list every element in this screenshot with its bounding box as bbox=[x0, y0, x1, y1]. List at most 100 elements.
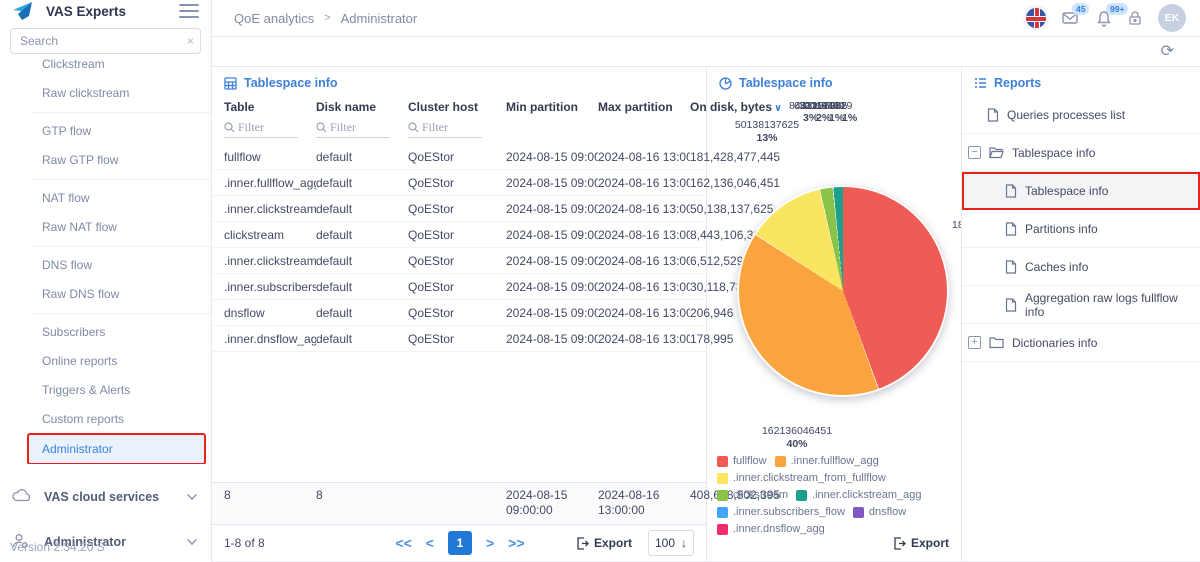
tree-item-tablespace-info[interactable]: Tablespace info bbox=[962, 172, 1200, 210]
pie-chart-icon bbox=[719, 77, 732, 90]
table-cell: 2024-08-16 13:00:00 bbox=[598, 332, 690, 346]
page-size-select[interactable]: 100 ↓ bbox=[648, 530, 694, 556]
table-cell: QoEStor bbox=[408, 306, 506, 320]
column-header-max-partition[interactable]: Max partition bbox=[598, 100, 690, 114]
next-page-button[interactable]: > bbox=[486, 535, 494, 551]
messages-button[interactable]: 45 bbox=[1062, 10, 1080, 26]
legend-item--inner-dnsflow-agg[interactable]: .inner.dnsflow_agg bbox=[717, 523, 825, 535]
avatar[interactable]: EK bbox=[1158, 4, 1186, 32]
legend-item--inner-clickstream-agg[interactable]: .inner.clickstream_agg bbox=[796, 489, 921, 501]
prev-page-button[interactable]: < bbox=[426, 535, 434, 551]
legend-swatch bbox=[717, 524, 728, 535]
table-row[interactable]: .inner.subscribers_flowdefaultQoEStor202… bbox=[212, 274, 706, 300]
pie-panel-title-text: Tablespace info bbox=[739, 76, 833, 90]
column-header-cluster-host[interactable]: Cluster host bbox=[408, 100, 506, 114]
table-row[interactable]: .inner.fullflow_aggdefaultQoEStor2024-08… bbox=[212, 170, 706, 196]
table-cell: QoEStor bbox=[408, 332, 506, 346]
table-row[interactable]: dnsflowdefaultQoEStor2024-08-15 09:00:00… bbox=[212, 300, 706, 326]
sidebar-item-custom-reports[interactable]: Custom reports bbox=[0, 405, 211, 434]
list-icon bbox=[974, 77, 987, 89]
sidebar-item-clickstream[interactable]: Clickstream bbox=[0, 58, 211, 79]
refresh-icon[interactable]: ⟳ bbox=[1161, 44, 1174, 60]
first-page-button[interactable]: << bbox=[395, 535, 411, 551]
sidebar-item-nat-flow[interactable]: NAT flow bbox=[0, 184, 211, 213]
vas-experts-logo bbox=[12, 1, 38, 21]
table-cell: clickstream bbox=[224, 228, 316, 242]
legend-item--inner-clickstream-from-fullflow[interactable]: .inner.clickstream_from_fullflow bbox=[717, 472, 886, 484]
sidebar-item-subscribers[interactable]: Subscribers bbox=[0, 318, 211, 347]
tree-item-partitions-info[interactable]: Partitions info bbox=[962, 210, 1200, 248]
sidebar-item-online-reports[interactable]: Online reports bbox=[0, 347, 211, 376]
sidebar-item-raw-dns-flow[interactable]: Raw DNS flow bbox=[0, 280, 211, 309]
lock-icon[interactable] bbox=[1128, 10, 1142, 26]
sidebar-item-raw-nat-flow[interactable]: Raw NAT flow bbox=[0, 213, 211, 242]
hamburger-menu-icon[interactable] bbox=[179, 0, 199, 22]
breadcrumb-parent[interactable]: QoE analytics bbox=[234, 11, 314, 26]
pie-panel-title: Tablespace info bbox=[707, 67, 961, 96]
sidebar-item-raw-clickstream[interactable]: Raw clickstream bbox=[0, 79, 211, 108]
filter-input[interactable] bbox=[422, 120, 474, 135]
sidebar-item-gtp-flow[interactable]: GTP flow bbox=[0, 117, 211, 146]
table-row[interactable]: fullflowdefaultQoEStor2024-08-15 09:00:0… bbox=[212, 144, 706, 170]
legend-item--inner-fullflow-agg[interactable]: .inner.fullflow_agg bbox=[775, 455, 879, 467]
pie-export-button[interactable]: Export bbox=[893, 536, 949, 550]
last-page-button[interactable]: >> bbox=[508, 535, 524, 551]
column-header-table[interactable]: Table bbox=[224, 100, 316, 114]
table-panel-title: Tablespace info bbox=[212, 67, 706, 96]
column-filter bbox=[224, 116, 298, 138]
tree-item-aggregation-raw-logs-fullflow-info[interactable]: Aggregation raw logs fullflow info bbox=[962, 286, 1200, 324]
messages-badge: 45 bbox=[1072, 3, 1089, 15]
legend-item-dnsflow[interactable]: dnsflow bbox=[853, 506, 906, 518]
legend-item-fullflow[interactable]: fullflow bbox=[717, 455, 767, 467]
legend-swatch bbox=[717, 507, 728, 518]
tree-item-label: Tablespace info bbox=[1025, 184, 1108, 198]
table-row[interactable]: .inner.clickstream_from_fullflowdefaultQ… bbox=[212, 196, 706, 222]
table-cell: dnsflow bbox=[224, 306, 316, 320]
sidebar-item-dns-flow[interactable]: DNS flow bbox=[0, 251, 211, 280]
column-header-min-partition[interactable]: Min partition bbox=[506, 100, 598, 114]
table-cell: default bbox=[316, 280, 408, 294]
chevron-down-icon bbox=[187, 490, 197, 500]
sidebar-section-vas-cloud-services[interactable]: VAS cloud services bbox=[0, 474, 211, 519]
legend-item--inner-subscribers-flow[interactable]: .inner.subscribers_flow bbox=[717, 506, 845, 518]
filter-input[interactable] bbox=[330, 120, 382, 135]
collapse-icon[interactable]: − bbox=[968, 146, 981, 159]
file-icon bbox=[1005, 260, 1017, 274]
cloud-icon bbox=[12, 488, 30, 506]
search-clear-icon[interactable]: × bbox=[187, 34, 194, 48]
file-icon bbox=[987, 108, 999, 122]
sidebar-item-administrator[interactable]: Administrator bbox=[28, 434, 205, 464]
pie-export-label: Export bbox=[911, 536, 949, 550]
search-input[interactable] bbox=[10, 28, 201, 54]
reports-panel: Reports Queries processes list−Tablespac… bbox=[962, 67, 1200, 561]
legend-item-clickstream[interactable]: clickstream bbox=[717, 489, 788, 501]
expand-icon[interactable]: + bbox=[968, 336, 981, 349]
table-row[interactable]: .inner.dnsflow_aggdefaultQoEStor2024-08-… bbox=[212, 326, 706, 352]
tree-item-tablespace-info[interactable]: −Tablespace info bbox=[962, 134, 1200, 172]
notifications-button[interactable]: 99+ bbox=[1096, 10, 1112, 27]
panels-row: Tablespace info TableDisk nameCluster ho… bbox=[212, 66, 1200, 562]
legend-swatch bbox=[775, 456, 786, 467]
table-row[interactable]: clickstreamdefaultQoEStor2024-08-15 09:0… bbox=[212, 222, 706, 248]
table-export-button[interactable]: Export bbox=[576, 536, 632, 550]
column-header-disk-name[interactable]: Disk name bbox=[316, 100, 408, 114]
breadcrumb-current: Administrator bbox=[341, 11, 418, 26]
filter-cell bbox=[408, 116, 506, 138]
sidebar: VAS Experts × ClickstreamRaw clickstream… bbox=[0, 0, 212, 562]
table-panel-title-text: Tablespace info bbox=[244, 76, 338, 90]
pagination-range: 1-8 of 8 bbox=[224, 536, 344, 550]
tree-item-queries-processes-list[interactable]: Queries processes list bbox=[962, 96, 1200, 134]
tree-item-caches-info[interactable]: Caches info bbox=[962, 248, 1200, 286]
sidebar-item-triggers-alerts[interactable]: Triggers & Alerts bbox=[0, 376, 211, 405]
current-page-button[interactable]: 1 bbox=[448, 531, 472, 555]
table-cell: 2024-08-16 13:00:00 bbox=[598, 306, 690, 320]
tablespace-pie-chart[interactable] bbox=[737, 185, 949, 397]
table-row[interactable]: .inner.clickstream_aggdefaultQoEStor2024… bbox=[212, 248, 706, 274]
filter-input[interactable] bbox=[238, 120, 290, 135]
sidebar-item-raw-gtp-flow[interactable]: Raw GTP flow bbox=[0, 146, 211, 175]
tree-item-dictionaries-info[interactable]: +Dictionaries info bbox=[962, 324, 1200, 362]
brand-name: VAS Experts bbox=[46, 4, 171, 19]
table-cell: .inner.clickstream_agg bbox=[224, 254, 316, 268]
folder-icon bbox=[989, 336, 1004, 349]
language-flag-icon[interactable] bbox=[1026, 8, 1046, 28]
